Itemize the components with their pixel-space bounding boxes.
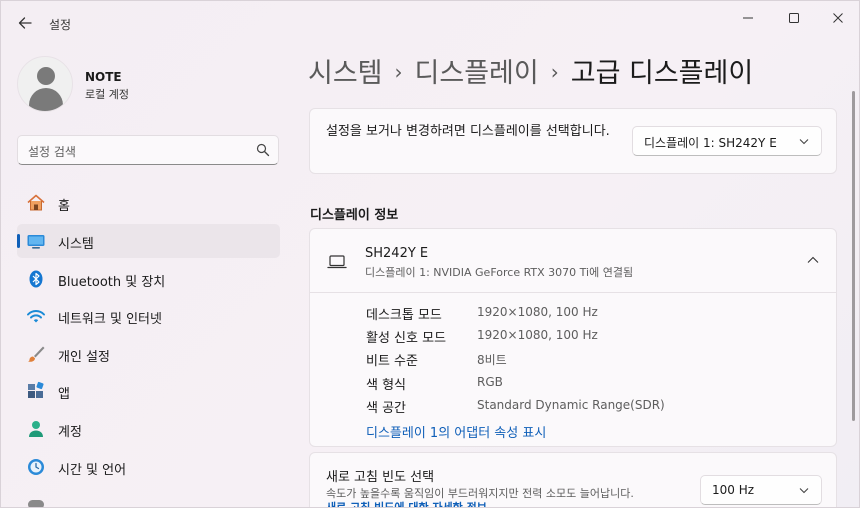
sidebar-item-personalization[interactable]: 개인 설정 [17, 337, 280, 371]
property-label: 데스크톱 모드 [366, 308, 442, 323]
section-title-display-info: 디스플레이 정보 [310, 208, 399, 223]
scrollbar[interactable] [852, 91, 855, 421]
display-dropdown-value: 디스플레이 1: SH242Y E [644, 136, 777, 150]
property-value: 1920×1080, 100 Hz [477, 305, 598, 319]
refresh-rate-card: 새로 고침 빈도 선택 속도가 높을수록 움직임이 부드러워지지만 전력 소모도… [309, 452, 837, 507]
maximize-icon [789, 13, 799, 23]
display-info-card: SH242Y E 디스플레이 1: NVIDIA GeForce RTX 307… [309, 228, 837, 447]
property-value: Standard Dynamic Range(SDR) [477, 398, 665, 412]
breadcrumb-separator: › [394, 60, 403, 84]
display-dropdown[interactable]: 디스플레이 1: SH242Y E [632, 126, 822, 156]
close-icon [833, 13, 843, 23]
adapter-properties-link[interactable]: 디스플레이 1의 어댑터 속성 표시 [366, 422, 546, 441]
sidebar-item-label: 네트워크 및 인터넷 [58, 312, 162, 327]
bluetooth-icon [29, 270, 43, 288]
sidebar-item-network[interactable]: 네트워크 및 인터넷 [17, 299, 280, 333]
search-input[interactable]: 설정 검색 [28, 143, 76, 160]
sidebar-item-label: Bluetooth 및 장치 [58, 275, 166, 290]
sidebar-item-bluetooth[interactable]: Bluetooth 및 장치 [17, 262, 280, 296]
breadcrumb-display[interactable]: 디스플레이 [415, 58, 539, 89]
avatar[interactable] [17, 56, 73, 112]
chevron-down-icon [799, 488, 809, 494]
title-bar: 설정 [1, 1, 859, 41]
display-select-prompt: 설정을 보거나 변경하려면 디스플레이를 선택합니다. [326, 124, 610, 139]
profile-name: NOTE [85, 70, 122, 84]
sidebar-item-time-language[interactable]: 시간 및 언어 [17, 450, 280, 484]
maximize-button[interactable] [771, 5, 817, 31]
property-value: 1920×1080, 100 Hz [477, 328, 598, 342]
clock-globe-icon [28, 459, 44, 475]
sidebar-item-label: 앱 [58, 387, 70, 402]
app-title: 설정 [49, 18, 72, 32]
home-icon [27, 194, 45, 211]
display-select-card: 설정을 보거나 변경하려면 디스플레이를 선택합니다. 디스플레이 1: SH2… [309, 108, 837, 174]
back-arrow-icon [18, 17, 32, 29]
refresh-rate-title: 새로 고침 빈도 선택 [326, 470, 435, 485]
close-button[interactable] [815, 5, 859, 31]
sidebar-item-accounts[interactable]: 계정 [17, 412, 280, 446]
settings-window: 설정 NOTE 로컬 계정 설정 검색 홈 시스템 Bluetooth 및 장치… [0, 0, 860, 508]
sidebar-item-apps[interactable]: 앱 [17, 374, 280, 408]
minimize-button[interactable] [725, 5, 771, 31]
active-indicator [17, 234, 20, 248]
brush-icon [28, 346, 45, 362]
page-title: 고급 디스플레이 [570, 58, 754, 89]
account-icon [29, 421, 43, 437]
property-value: RGB [477, 375, 503, 389]
sidebar-item-label: 개인 설정 [58, 350, 110, 365]
laptop-icon [327, 255, 347, 269]
display-info-header[interactable]: SH242Y E 디스플레이 1: NVIDIA GeForce RTX 307… [310, 229, 836, 293]
wifi-icon [27, 310, 45, 323]
avatar-head-shape [37, 67, 55, 85]
refresh-rate-info-link[interactable]: 새로 고침 빈도에 대한 자세한 정보 [326, 499, 487, 507]
sidebar-item-label: 계정 [58, 425, 82, 440]
property-label: 활성 신호 모드 [366, 331, 447, 346]
sidebar-item-label: 시간 및 언어 [58, 463, 127, 478]
system-icon [27, 235, 45, 249]
chevron-up-icon[interactable] [807, 256, 819, 264]
back-button[interactable] [13, 11, 37, 35]
monitor-name: SH242Y E [365, 246, 429, 261]
sidebar-item-label: 시스템 [58, 237, 94, 252]
property-label: 비트 수준 [366, 354, 418, 369]
gaming-icon [28, 500, 44, 507]
profile-account-type: 로컬 계정 [85, 88, 129, 101]
sidebar-item-gaming[interactable] [17, 488, 280, 507]
search-box[interactable]: 설정 검색 [17, 135, 279, 165]
minimize-icon [743, 17, 753, 19]
breadcrumb-separator: › [550, 60, 559, 84]
property-label: 색 형식 [366, 378, 407, 393]
refresh-rate-dropdown[interactable]: 100 Hz [700, 475, 822, 505]
sidebar-item-label: 홈 [58, 199, 70, 214]
property-label: 색 공간 [366, 401, 407, 416]
sidebar-item-system[interactable]: 시스템 [17, 224, 280, 258]
avatar-body-shape [29, 88, 63, 111]
breadcrumb: 시스템 › 디스플레이 › 고급 디스플레이 [308, 51, 753, 91]
breadcrumb-system[interactable]: 시스템 [308, 58, 383, 89]
sidebar-item-home[interactable]: 홈 [17, 186, 280, 220]
chevron-down-icon [799, 139, 809, 145]
property-value: 8비트 [477, 353, 507, 367]
apps-icon [28, 381, 44, 398]
search-icon [256, 143, 270, 157]
refresh-rate-dropdown-value: 100 Hz [712, 483, 755, 497]
monitor-description: 디스플레이 1: NVIDIA GeForce RTX 3070 Ti에 연결됨 [365, 266, 634, 279]
